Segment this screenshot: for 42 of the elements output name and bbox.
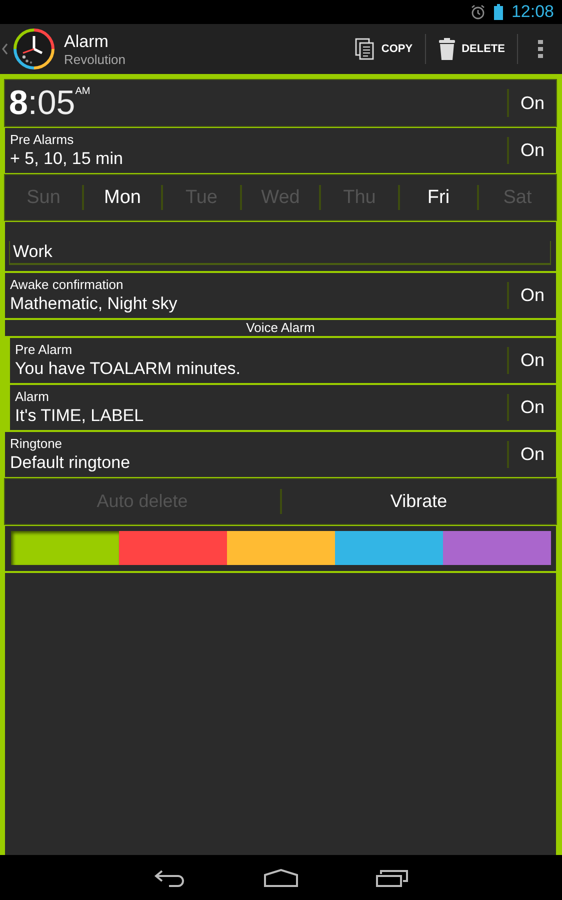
setting-title: Pre Alarms [10,132,75,148]
app-subtitle: Revolution [64,52,126,66]
setting-title: Alarm [15,389,50,405]
trash-icon [438,38,456,60]
setting-value[interactable]: You have TOALARM minutes. [15,358,507,379]
copy-icon [355,38,376,60]
back-icon [154,868,186,886]
toggle-button[interactable]: On [509,80,556,126]
back-caret-icon [2,43,8,55]
day-toggle[interactable]: Fri [400,175,477,220]
battery-icon [494,4,504,20]
clock-logo-icon [12,27,56,71]
color-swatch[interactable] [227,531,335,565]
alarm-clock-icon [470,4,486,20]
setting-value[interactable]: Mathematic, Night sky [10,293,507,314]
day-toggle[interactable]: Mon [84,175,161,220]
toggle-button[interactable]: On [509,273,556,318]
setting-title: Awake confirmation [10,277,124,293]
toggle-button[interactable]: On [509,432,556,477]
color-swatch[interactable] [443,531,551,565]
app-home-button[interactable]: Alarm Revolution [2,24,132,74]
color-swatch[interactable] [119,531,227,565]
app-title: Alarm [64,32,108,52]
setting-value[interactable]: It's TIME, LABEL [15,405,507,426]
label-field[interactable]: Work [9,241,551,265]
setting-title: Pre Alarm [15,342,74,358]
color-swatch[interactable] [335,531,443,565]
menu-icon [538,40,542,58]
recent-apps-icon [376,868,408,886]
home-icon [264,868,298,886]
toggle-button[interactable]: On [509,338,556,383]
toggle-button[interactable]: On [509,385,556,430]
delete-button[interactable]: DELETE [426,24,517,74]
section-header: Voice Alarm [5,320,556,336]
toggle-button[interactable]: On [509,128,556,173]
copy-button[interactable]: COPY [343,24,425,74]
setting-title: Ringtone [10,436,64,452]
setting-value[interactable]: + 5, 10, 15 min [10,148,507,169]
color-swatch[interactable] [11,531,119,565]
setting-value[interactable]: Default ringtone [10,452,507,473]
option-toggle[interactable]: Vibrate [282,479,556,524]
clock-time: 12:08 [511,2,554,22]
